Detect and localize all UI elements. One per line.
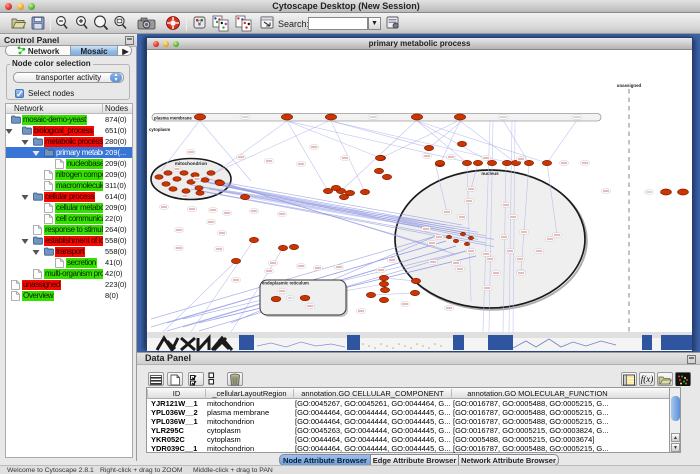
svg-text:nucleus: nucleus <box>481 171 499 176</box>
svg-text:endoplasmic reticulum: endoplasmic reticulum <box>262 281 309 286</box>
svg-text:cytoplasm: cytoplasm <box>149 127 170 132</box>
svg-text:mitochondrion: mitochondrion <box>175 161 207 166</box>
svg-text:unassigned: unassigned <box>617 83 642 88</box>
svg-text:plasma membrane: plasma membrane <box>154 115 192 120</box>
